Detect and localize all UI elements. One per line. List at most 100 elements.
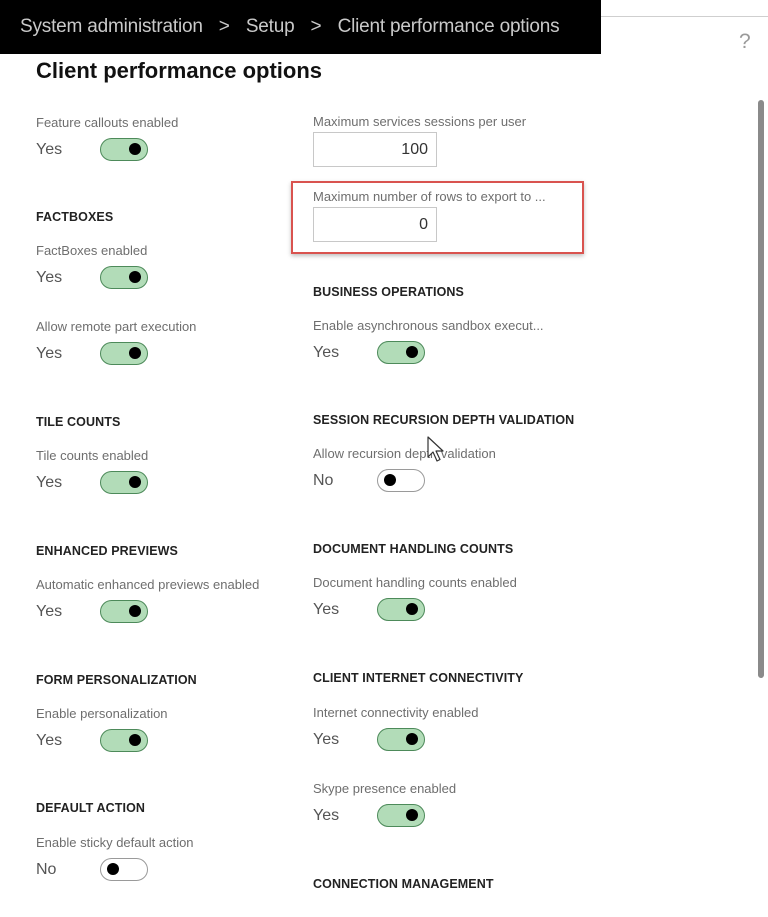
toggle-value: Yes [36, 140, 63, 158]
toggle-value: Yes [313, 806, 340, 824]
toggle-row: No [313, 469, 496, 492]
toggle-knob [406, 603, 418, 615]
group-title: DEFAULT ACTION [36, 801, 146, 815]
chevron-right-icon: > [310, 16, 322, 37]
group-header: TILE COUNTS [36, 415, 120, 429]
field-label: FactBoxes enabled [36, 243, 148, 258]
field-label: Enable personalization [36, 706, 168, 721]
toggle-row: Yes [36, 471, 148, 494]
toggle-field: Allow recursion depth validation No [313, 446, 496, 492]
toggle-knob [406, 809, 418, 821]
toggle-row: Yes [36, 266, 148, 289]
toggle-switch[interactable] [377, 469, 425, 492]
toggle-field: Allow remote part execution Yes [36, 319, 196, 365]
toggle-field: Enable personalization Yes [36, 706, 168, 752]
toggle-switch[interactable] [100, 342, 148, 365]
toggle-switch[interactable] [100, 471, 148, 494]
field-label: Tile counts enabled [36, 448, 149, 463]
group-title: FORM PERSONALIZATION [36, 673, 197, 687]
toggle-row: Yes [313, 341, 544, 364]
field-label: Allow remote part execution [36, 319, 197, 334]
toggle-knob [129, 605, 141, 617]
field-label: Automatic enhanced previews enabled [36, 577, 260, 592]
toggle-value: Yes [36, 602, 63, 620]
toggle-field: Automatic enhanced previews enabled Yes [36, 577, 259, 623]
toggle-knob [107, 863, 119, 875]
toggle-value: Yes [313, 343, 340, 361]
toggle-switch[interactable] [100, 858, 148, 881]
group-title: SESSION RECURSION DEPTH VALIDATION [313, 413, 575, 427]
breadcrumb-item-system-administration[interactable]: System administration [20, 16, 203, 38]
group-header: CLIENT INTERNET CONNECTIVITY [313, 671, 523, 685]
toggle-switch[interactable] [100, 729, 148, 752]
toggle-value: Yes [36, 268, 63, 286]
toggle-switch[interactable] [100, 138, 148, 161]
toggle-value: No [313, 471, 334, 489]
toggle-value: Yes [313, 600, 340, 618]
toggle-field: Document handling counts enabled Yes [313, 575, 517, 621]
number-field: Maximum services sessions per user 100 [313, 114, 526, 167]
toggle-knob [129, 271, 141, 283]
group-title: TILE COUNTS [36, 415, 121, 429]
toggle-field: Internet connectivity enabled Yes [313, 705, 479, 751]
group-header: DOCUMENT HANDLING COUNTS [313, 542, 513, 556]
toggle-switch[interactable] [100, 600, 148, 623]
toggle-switch[interactable] [377, 598, 425, 621]
group-header: FACTBOXES [36, 210, 113, 224]
field-label: Internet connectivity enabled [313, 705, 479, 720]
field-label: Skype presence enabled [313, 781, 457, 796]
toggle-field: FactBoxes enabled Yes [36, 243, 148, 289]
field-label: Maximum services sessions per user [313, 114, 527, 129]
field-label: Document handling counts enabled [313, 575, 517, 590]
toggle-knob [406, 346, 418, 358]
breadcrumb-item-current: Client performance options [337, 16, 560, 37]
toggle-row: Yes [36, 342, 196, 365]
toggle-knob [129, 734, 141, 746]
toggle-row: Yes [313, 804, 456, 827]
vertical-scrollbar[interactable] [758, 100, 764, 678]
group-title: CONNECTION MANAGEMENT [313, 877, 494, 891]
toggle-field: Skype presence enabled Yes [313, 781, 456, 827]
toggle-switch[interactable] [377, 341, 425, 364]
toggle-value: Yes [36, 731, 63, 749]
toggle-field: Enable sticky default action No [36, 835, 194, 881]
toggle-row: Yes [36, 138, 178, 161]
toggle-knob [129, 347, 141, 359]
group-header: SESSION RECURSION DEPTH VALIDATION [313, 413, 574, 427]
toggle-switch[interactable] [377, 728, 425, 751]
toggle-knob [129, 143, 141, 155]
breadcrumb: System administration > Setup > Client p… [0, 0, 601, 54]
toggle-row: Yes [313, 598, 517, 621]
toggle-row: Yes [313, 728, 479, 751]
field-label: Enable sticky default action [36, 835, 194, 850]
toggle-switch[interactable] [377, 804, 425, 827]
toggle-field: Feature callouts enabled Yes [36, 115, 178, 161]
toggle-field: Tile counts enabled Yes [36, 448, 148, 494]
toggle-row: Yes [36, 729, 168, 752]
toggle-knob [406, 733, 418, 745]
mouse-cursor-icon [427, 436, 444, 462]
toggle-knob [129, 476, 141, 488]
breadcrumb-item-setup[interactable]: Setup [246, 16, 295, 38]
group-header: BUSINESS OPERATIONS [313, 285, 464, 299]
toggle-field: Enable asynchronous sandbox execut... Yes [313, 318, 544, 364]
help-icon[interactable]: ? [739, 30, 751, 54]
toggle-value: No [36, 860, 57, 878]
toggle-row: No [36, 858, 194, 881]
toggle-value: Yes [36, 344, 63, 362]
toggle-switch[interactable] [100, 266, 148, 289]
group-title: DOCUMENT HANDLING COUNTS [313, 542, 514, 556]
number-input[interactable]: 100 [313, 132, 437, 167]
chevron-right-icon: > [218, 16, 230, 37]
group-title: CLIENT INTERNET CONNECTIVITY [313, 671, 524, 685]
field-label: Enable asynchronous sandbox execut... [313, 318, 544, 333]
toggle-row: Yes [36, 600, 259, 623]
group-header: FORM PERSONALIZATION [36, 673, 197, 687]
group-header: ENHANCED PREVIEWS [36, 544, 178, 558]
header-divider [601, 16, 768, 17]
field-label: Allow recursion depth validation [313, 446, 496, 461]
highlight-box [291, 181, 584, 254]
group-header: DEFAULT ACTION [36, 801, 145, 815]
toggle-knob [384, 474, 396, 486]
field-label: Feature callouts enabled [36, 115, 179, 130]
